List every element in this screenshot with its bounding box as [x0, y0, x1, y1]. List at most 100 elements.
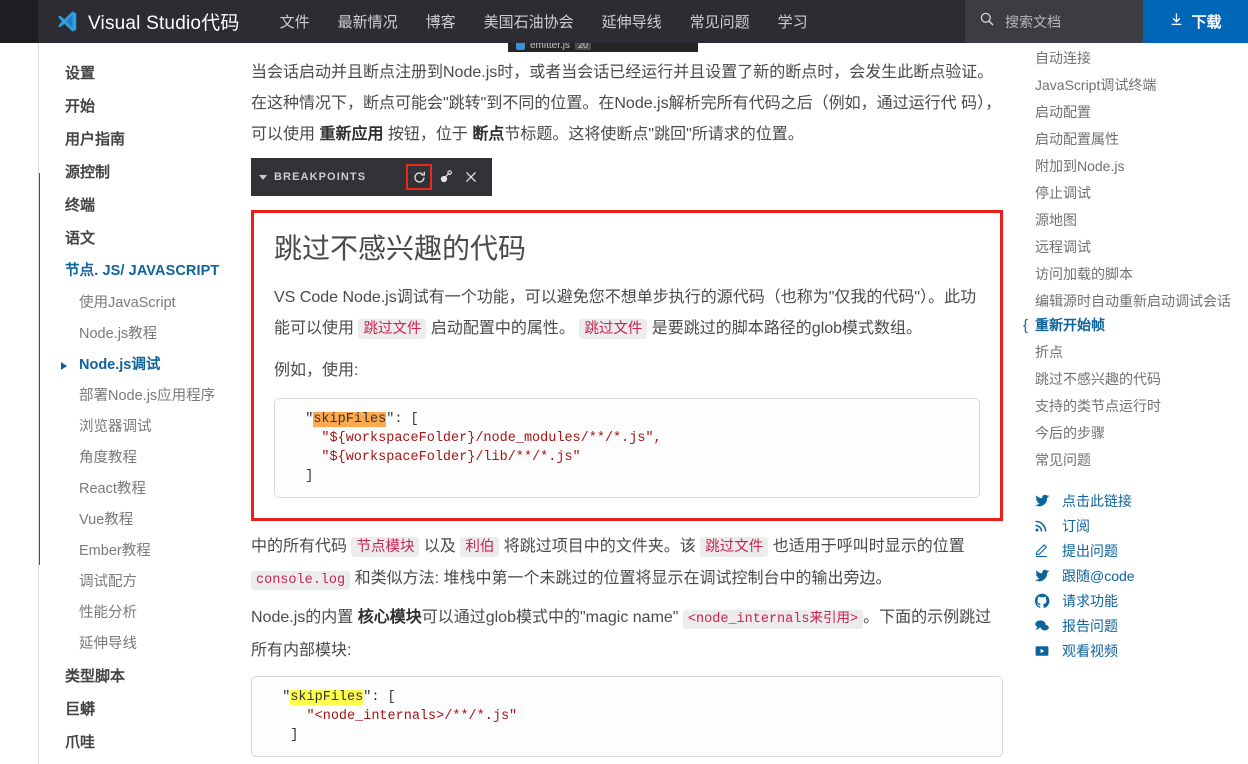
sidebar-item-deploy-nodejs-app[interactable]: 部署Node.js应用程序: [39, 381, 243, 412]
nav-item-api[interactable]: 美国石油协会: [470, 0, 588, 43]
inline-code-skipfiles-1: 跳过文件: [358, 319, 427, 339]
inline-code-node-internals: <node_internals来引用>: [682, 610, 864, 629]
social-label: 观看视频: [1062, 642, 1118, 659]
social-link-subscribe[interactable]: 订阅: [1033, 513, 1248, 538]
toc-item-launch-config-attributes[interactable]: 启动配置属性: [1015, 126, 1248, 153]
text-b: 以及: [419, 538, 461, 555]
nav-item-docs[interactable]: 文件: [266, 0, 324, 43]
page-shell: 设置 开始 用户指南 源控制 终端 语文 节点. JS/ JAVASCRIPT …: [0, 43, 1248, 764]
intro-bold-breakpoints: 断点: [472, 126, 505, 143]
nav-item-extensions[interactable]: 延伸导线: [588, 0, 676, 43]
sidebar-item-angular-tutorial[interactable]: 角度教程: [39, 443, 243, 474]
sidebar-item-debugging-recipes[interactable]: 调试配方: [39, 567, 243, 598]
github-icon: [1033, 593, 1050, 609]
toc-item-source-maps[interactable]: 源地图: [1015, 207, 1248, 234]
download-button[interactable]: 下载: [1143, 0, 1248, 43]
vscode-logo-icon: [54, 9, 79, 34]
sidebar-item-browser-debugging[interactable]: 浏览器调试: [39, 412, 243, 443]
bold-core-modules: 核心模块: [357, 609, 422, 626]
sidebar-section-node-javascript[interactable]: 节点. JS/ JAVASCRIPT: [39, 255, 243, 288]
intro-bold-reapply: 重新应用: [319, 126, 384, 143]
toc-item-auto-restart-session[interactable]: 编辑源时自动重新启动调试会话: [1015, 288, 1248, 312]
collapse-caret-icon: [259, 174, 267, 180]
callout-text-c: 是要跳过的脚本路径的glob模式数组。: [647, 320, 923, 337]
code-key-skipfiles-1: skipFiles: [313, 412, 387, 427]
toc-item-skip-uninteresting-code[interactable]: 跳过不感兴趣的代码: [1015, 366, 1248, 393]
toc-item-common-questions[interactable]: 常见问题: [1015, 447, 1248, 474]
paragraph-after-callout: 中的所有代码 节点模块 以及 利伯 将跳过项目中的文件夹。该 跳过文件 也适用于…: [251, 531, 1003, 596]
code-line-1: "${workspaceFolder}/node_modules/**/*.js…: [321, 431, 662, 446]
social-link-tweet-this[interactable]: 点击此链接: [1033, 488, 1248, 513]
toc-item-next-steps[interactable]: 今后的步骤: [1015, 420, 1248, 447]
sidebar-item-profiling[interactable]: 性能分析: [39, 598, 243, 629]
sidebar-item-nodejs-debugging[interactable]: Node.js调试: [39, 350, 243, 381]
sidebar-item-cpp[interactable]: C++语言: [39, 759, 243, 764]
sidebar-item-settings[interactable]: 设置: [39, 57, 243, 90]
inline-code-lib: 利伯: [460, 537, 500, 557]
social-link-watch-videos[interactable]: 观看视频: [1033, 638, 1248, 663]
toc-item-js-debug-terminal[interactable]: JavaScript调试终端: [1015, 72, 1248, 99]
nav-item-faq[interactable]: 常见问题: [676, 0, 764, 43]
nav-item-blog[interactable]: 博客: [412, 0, 470, 43]
toc-item-supported-node-runtimes[interactable]: 支持的类节点运行时: [1015, 393, 1248, 420]
inline-code-console-log: console.log: [251, 571, 351, 590]
text-e: 和类似方法: 堆栈中第一个未跳过的位置将显示在调试控制台中的输出旁边。: [350, 570, 892, 587]
toc-item-access-loaded-scripts[interactable]: 访问加载的脚本: [1015, 261, 1248, 288]
editor-tabstrip-image: emitter.js 20: [508, 43, 698, 52]
sidebar-item-react-tutorial[interactable]: React教程: [39, 474, 243, 505]
nav-item-learn[interactable]: 学习: [764, 0, 822, 43]
code2-line-1: "<node_internals>/**/*.js": [306, 709, 518, 724]
intro-paragraph: 当会话启动并且断点注册到Node.js时，或者当会话已经运行并且设置了新的断点时…: [251, 57, 1003, 150]
sidebar-item-java[interactable]: 爪哇: [39, 726, 243, 759]
toc-item-attach-to-nodejs[interactable]: 附加到Node.js: [1015, 153, 1248, 180]
video-play-icon: [1033, 643, 1050, 659]
sidebar-item-languages[interactable]: 语文: [39, 222, 243, 255]
sidebar-item-ember-tutorial[interactable]: Ember教程: [39, 536, 243, 567]
sidebar-item-working-with-javascript[interactable]: 使用JavaScript: [39, 288, 243, 319]
search-icon: [979, 11, 995, 32]
brand-title: Visual Studio代码: [88, 13, 240, 34]
highlight-callout-box: 跳过不感兴趣的代码 VS Code Node.js调试有一个功能，可以避免您不想…: [251, 210, 1003, 521]
nav-item-updates[interactable]: 最新情况: [324, 0, 412, 43]
callout-paragraph: VS Code Node.js调试有一个功能，可以避免您不想单步执行的源代码（也…: [274, 282, 980, 345]
social-label: 点击此链接: [1062, 492, 1132, 509]
brand-home-link[interactable]: Visual Studio代码: [38, 0, 266, 43]
social-label: 报告问题: [1062, 617, 1118, 634]
sidebar-item-extensions[interactable]: 延伸导线: [39, 629, 243, 660]
sidebar-item-sourcecontrol[interactable]: 源控制: [39, 156, 243, 189]
social-link-follow-code[interactable]: 跟随@code: [1033, 563, 1248, 588]
rss-icon: [1033, 518, 1050, 533]
social-link-request-feature[interactable]: 请求功能: [1033, 588, 1248, 613]
text-2b: 可以通过glob模式中的"magic name": [421, 609, 683, 626]
text-d: 也适用于呼叫时显示的位置: [768, 538, 965, 555]
toc-item-auto-attach[interactable]: 自动连接: [1015, 45, 1248, 72]
search-input[interactable]: 搜索文档: [965, 0, 1143, 43]
toc-item-restart-frame[interactable]: 重新开始帧: [1015, 312, 1248, 339]
text-c: 将跳过项目中的文件夹。该: [499, 538, 701, 555]
sidebar-item-typescript[interactable]: 类型脚本: [39, 660, 243, 693]
social-link-ask-question[interactable]: 提出问题: [1033, 538, 1248, 563]
intro-line-2: 在这种情况下，断点可能会"跳转"到不同的位置。在Node.js解析完所有代码之后…: [251, 95, 957, 112]
toc-item-stop-debugging[interactable]: 停止调试: [1015, 180, 1248, 207]
breakpoints-panel-title: BREAKPOINTS: [274, 171, 367, 183]
twitter-icon: [1033, 493, 1050, 509]
social-link-report-issue[interactable]: 报告问题: [1033, 613, 1248, 638]
nav-left-gutter: [0, 0, 38, 43]
sidebar-item-python[interactable]: 巨蟒: [39, 693, 243, 726]
left-gutter: [0, 43, 38, 764]
inline-code-skipfiles-2: 跳过文件: [579, 319, 648, 339]
tab-badge: 20: [575, 43, 592, 50]
sidebar-item-vue-tutorial[interactable]: Vue教程: [39, 505, 243, 536]
remove-all-breakpoints-icon: [458, 164, 484, 190]
toc-item-remote-debugging[interactable]: 远程调试: [1015, 234, 1248, 261]
left-sidebar: 设置 开始 用户指南 源控制 终端 语文 节点. JS/ JAVASCRIPT …: [38, 43, 243, 764]
toc-item-launch-config[interactable]: 启动配置: [1015, 99, 1248, 126]
section-heading-skip-uninteresting-code: 跳过不感兴趣的代码: [274, 233, 527, 264]
sidebar-item-terminal[interactable]: 终端: [39, 189, 243, 222]
sidebar-item-userguide[interactable]: 用户指南: [39, 123, 243, 156]
sidebar-item-nodejs-tutorial[interactable]: Node.js教程: [39, 319, 243, 350]
intro-line-3c: 节标题。这将使断点"跳回"所请求的位置。: [504, 126, 804, 143]
toc-item-breakpoints[interactable]: 折点: [1015, 339, 1248, 366]
code-block-skipfiles-workspace: "skipFiles": [ "${workspaceFolder}/node_…: [274, 398, 980, 498]
sidebar-item-getstarted[interactable]: 开始: [39, 90, 243, 123]
